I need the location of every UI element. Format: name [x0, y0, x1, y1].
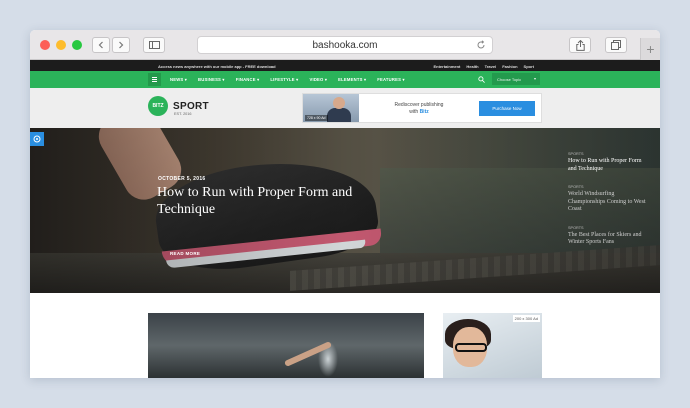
nav-item-lifestyle[interactable]: LIFESTYLE ▾	[270, 77, 298, 82]
sidebar-icon	[148, 41, 160, 49]
share-circle-icon	[33, 135, 41, 143]
reload-icon[interactable]	[476, 40, 486, 50]
topbar-link[interactable]: Entertainment	[433, 64, 460, 69]
topbar-link[interactable]: Health	[466, 64, 478, 69]
address-bar[interactable]: bashooka.com	[197, 36, 493, 54]
logo-name[interactable]: SPORT	[173, 101, 209, 112]
browser-window: bashooka.com + Access news anywhere with…	[30, 30, 660, 378]
post-date: OCTOBER 5, 2016	[158, 176, 206, 182]
side-post-list: SPORTS How to Run with Proper Form and T…	[568, 152, 648, 259]
close-window-button[interactable]	[40, 40, 50, 50]
logo-subtitle: EST. 2016	[174, 112, 192, 116]
hamburger-icon	[152, 79, 157, 80]
chevron-left-icon	[98, 41, 103, 49]
read-more-button[interactable]: READ MORE	[170, 251, 200, 256]
logo-badge[interactable]: BITZ	[148, 96, 168, 116]
menu-button[interactable]	[148, 73, 161, 86]
side-post[interactable]: SPORTS How to Run with Proper Form and T…	[568, 152, 648, 173]
nav-item-features[interactable]: FEATURES ▾	[377, 77, 405, 82]
search-icon[interactable]	[478, 76, 485, 83]
topic-select[interactable]: Choose Topic ▾	[492, 73, 540, 85]
nav-item-news[interactable]: NEWS ▾	[170, 77, 187, 82]
chevron-down-icon: ▾	[533, 76, 536, 81]
topbar-link[interactable]: Sport	[524, 64, 534, 69]
nav-item-elements[interactable]: ELEMENTS ▾	[338, 77, 366, 82]
sidebar-ad[interactable]: 200 x 300 Ad	[443, 313, 542, 378]
share-icon	[575, 39, 585, 51]
ad-image: 728 x 90 Ad	[303, 94, 359, 122]
tabs-icon	[611, 40, 621, 50]
topbar-links: Entertainment Health Travel Fashion Spor…	[433, 64, 534, 69]
side-post[interactable]: SPORTS The Best Places for Skiers and Wi…	[568, 226, 648, 247]
site-header: BITZ SPORT EST. 2016 728 x 90 Ad Redisco…	[30, 88, 660, 128]
forward-button[interactable]	[112, 37, 130, 53]
ad-size-label: 200 x 300 Ad	[512, 315, 540, 322]
featured-post[interactable]: OCTOBER 5, 2016 How to Run with Proper F…	[30, 128, 660, 293]
url-text: bashooka.com	[312, 40, 378, 51]
share-button[interactable]	[569, 37, 591, 53]
article-thumbnail[interactable]	[148, 313, 424, 378]
tabs-overview-button[interactable]	[605, 37, 627, 53]
nav-item-video[interactable]: VIDEO ▾	[309, 77, 327, 82]
new-tab-button[interactable]: +	[640, 38, 660, 60]
minimize-window-button[interactable]	[56, 40, 66, 50]
share-widget-button[interactable]	[30, 132, 44, 146]
ad-copy: Rediscover publishing with Bitz	[394, 102, 444, 115]
content-area: 200 x 300 Ad	[30, 293, 660, 378]
back-button[interactable]	[92, 37, 110, 53]
maximize-window-button[interactable]	[72, 40, 82, 50]
topbar-link[interactable]: Travel	[485, 64, 497, 69]
nav-item-finance[interactable]: FINANCE ▾	[236, 77, 260, 82]
ad-size-label: 728 x 90 Ad	[305, 115, 328, 121]
topbar-link[interactable]: Fashion	[502, 64, 517, 69]
browser-toolbar: bashooka.com +	[30, 30, 660, 60]
sidebar-toggle-button[interactable]	[143, 37, 165, 53]
post-title[interactable]: How to Run with Proper Form and Techniqu…	[157, 184, 377, 218]
main-navigation: NEWS ▾ BUSINESS ▾ FINANCE ▾ LIFESTYLE ▾ …	[30, 71, 660, 88]
banner-ad[interactable]: 728 x 90 Ad Rediscover publishing with B…	[302, 93, 542, 123]
side-post[interactable]: SPORTS World Windsurfing Championships C…	[568, 185, 648, 214]
app-download-message[interactable]: Access news anywhere with our mobile app…	[158, 64, 276, 69]
plus-icon: +	[646, 41, 655, 57]
nav-item-business[interactable]: BUSINESS ▾	[198, 77, 225, 82]
chevron-right-icon	[119, 41, 124, 49]
site-topbar: Access news anywhere with our mobile app…	[30, 60, 660, 71]
purchase-now-button[interactable]: Purchase Now	[479, 101, 535, 116]
